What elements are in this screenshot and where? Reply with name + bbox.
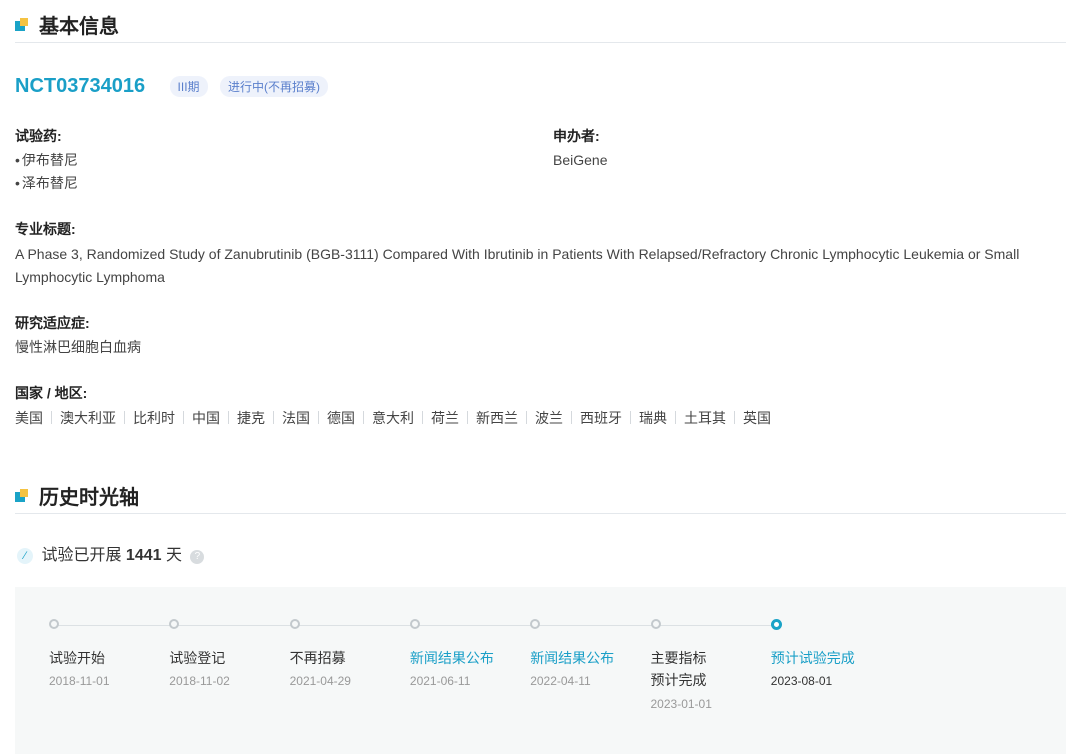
section-title: 历史时光轴 [39, 487, 139, 509]
timeline-event-label: 试验开始 [49, 650, 105, 666]
timeline-event-date: 2021-06-11 [409, 674, 471, 688]
timeline-event-date: 2023-08-01 [770, 674, 833, 688]
timeline-event-label: 主要指标 [650, 650, 707, 666]
trial-title-line: Lymphocytic Lymphoma [15, 269, 165, 285]
duration-days: 1441 [125, 547, 162, 564]
country-item: 意大利 [372, 410, 414, 426]
country-item: 德国 [327, 410, 355, 426]
timeline-event-date: 2021-04-29 [289, 674, 351, 688]
section-marker-icon [15, 489, 29, 503]
duration-prefix: 试验已开展 [41, 547, 122, 564]
timeline-dot [49, 619, 59, 629]
section-header-basic-info: 基本信息 [15, 8, 1066, 43]
country-item: 澳大利亚 [60, 410, 116, 426]
country-item: 法国 [282, 410, 310, 426]
sponsor-value: BeiGene [553, 152, 608, 168]
country-separator [675, 411, 676, 424]
country-item: 瑞典 [639, 410, 667, 426]
country-separator [467, 411, 468, 424]
phase-badge: III期 [169, 76, 208, 97]
country-item: 波兰 [535, 410, 563, 426]
country-item: 新西兰 [476, 410, 518, 426]
section-marker-icon [15, 18, 29, 32]
country-separator [228, 411, 229, 424]
country-separator [183, 411, 184, 424]
trial-nct-id[interactable]: NCT03734016 [15, 75, 145, 98]
country-item: 荷兰 [431, 410, 459, 426]
country-list: 美国 澳大利亚 比利时 中国 捷克 法国 德国 意大利 荷兰 新西兰 波兰 西班牙 瑞典 土耳其 英国 [15, 408, 771, 428]
title-label: 专业标题: [15, 221, 76, 237]
timeline-event-label: 试验登记 [169, 650, 226, 666]
timeline-event-date: 2023-01-01 [650, 697, 712, 711]
country-separator [571, 411, 572, 424]
question-icon[interactable]: ? [190, 550, 205, 564]
timeline-event-date: 2022-04-11 [530, 674, 591, 688]
country-separator [363, 411, 364, 424]
timeline-dot [289, 619, 300, 629]
country-item: 比利时 [133, 410, 175, 426]
country-separator [51, 411, 52, 424]
timeline-dot [650, 619, 661, 629]
duration-suffix: 天 [165, 547, 182, 564]
section-header-timeline: 历史时光轴 [15, 479, 1066, 514]
paperclip-icon: ∕ [17, 548, 33, 564]
timeline-event-date: 2018-11-02 [169, 674, 230, 688]
timeline-event-label: 预计试验完成 [770, 650, 855, 666]
country-item: 土耳其 [684, 410, 726, 426]
timeline-event-label[interactable]: 新闻结果公布 [530, 647, 614, 669]
timeline-dot [530, 619, 541, 629]
drug-item: 泽布替尼 [15, 172, 78, 195]
drug-item: 伊布替尼 [15, 149, 78, 172]
sponsor-label: 申办者: [553, 128, 600, 144]
country-item: 中国 [192, 410, 220, 426]
country-item: 英国 [743, 410, 771, 426]
country-item: 捷克 [237, 410, 265, 426]
country-separator [422, 411, 423, 424]
indication-value: 慢性淋巴细胞白血病 [15, 339, 141, 355]
drug-label: 试验药: [15, 128, 62, 144]
timeline-event-label: 不再招募 [289, 650, 346, 666]
indication-label: 研究适应症: [15, 315, 90, 331]
timeline-event-label-line2: 预计完成 [650, 672, 707, 688]
country-item: 美国 [15, 410, 43, 426]
timeline-panel: 试验开始 2018-11-01 试验登记 2018-11-02 不再招募 2021-04-… [15, 587, 1066, 754]
countries-label: 国家 / 地区: [15, 385, 88, 401]
trial-title-line: A Phase 3, Randomized Study of Zanubruti… [15, 246, 1020, 262]
timeline-event-date: 2018-11-01 [49, 674, 110, 688]
trial-duration: ∕ 试验已开展 1441 天 ? [17, 541, 205, 565]
status-badge: 进行中(不再招募) [220, 76, 329, 97]
timeline-dot [409, 619, 420, 629]
timeline-dot [770, 619, 782, 630]
country-separator [630, 411, 631, 424]
timeline-event-label[interactable]: 新闻结果公布 [410, 647, 494, 669]
country-separator [273, 411, 274, 424]
country-separator [734, 411, 735, 424]
section-title: 基本信息 [39, 16, 119, 38]
country-separator [318, 411, 319, 424]
country-item: 西班牙 [580, 410, 622, 426]
country-separator [124, 411, 125, 424]
timeline-dot [169, 619, 180, 629]
trial-id-row: NCT03734016 III期 进行中(不再招募) [15, 75, 329, 101]
country-separator [526, 411, 527, 424]
